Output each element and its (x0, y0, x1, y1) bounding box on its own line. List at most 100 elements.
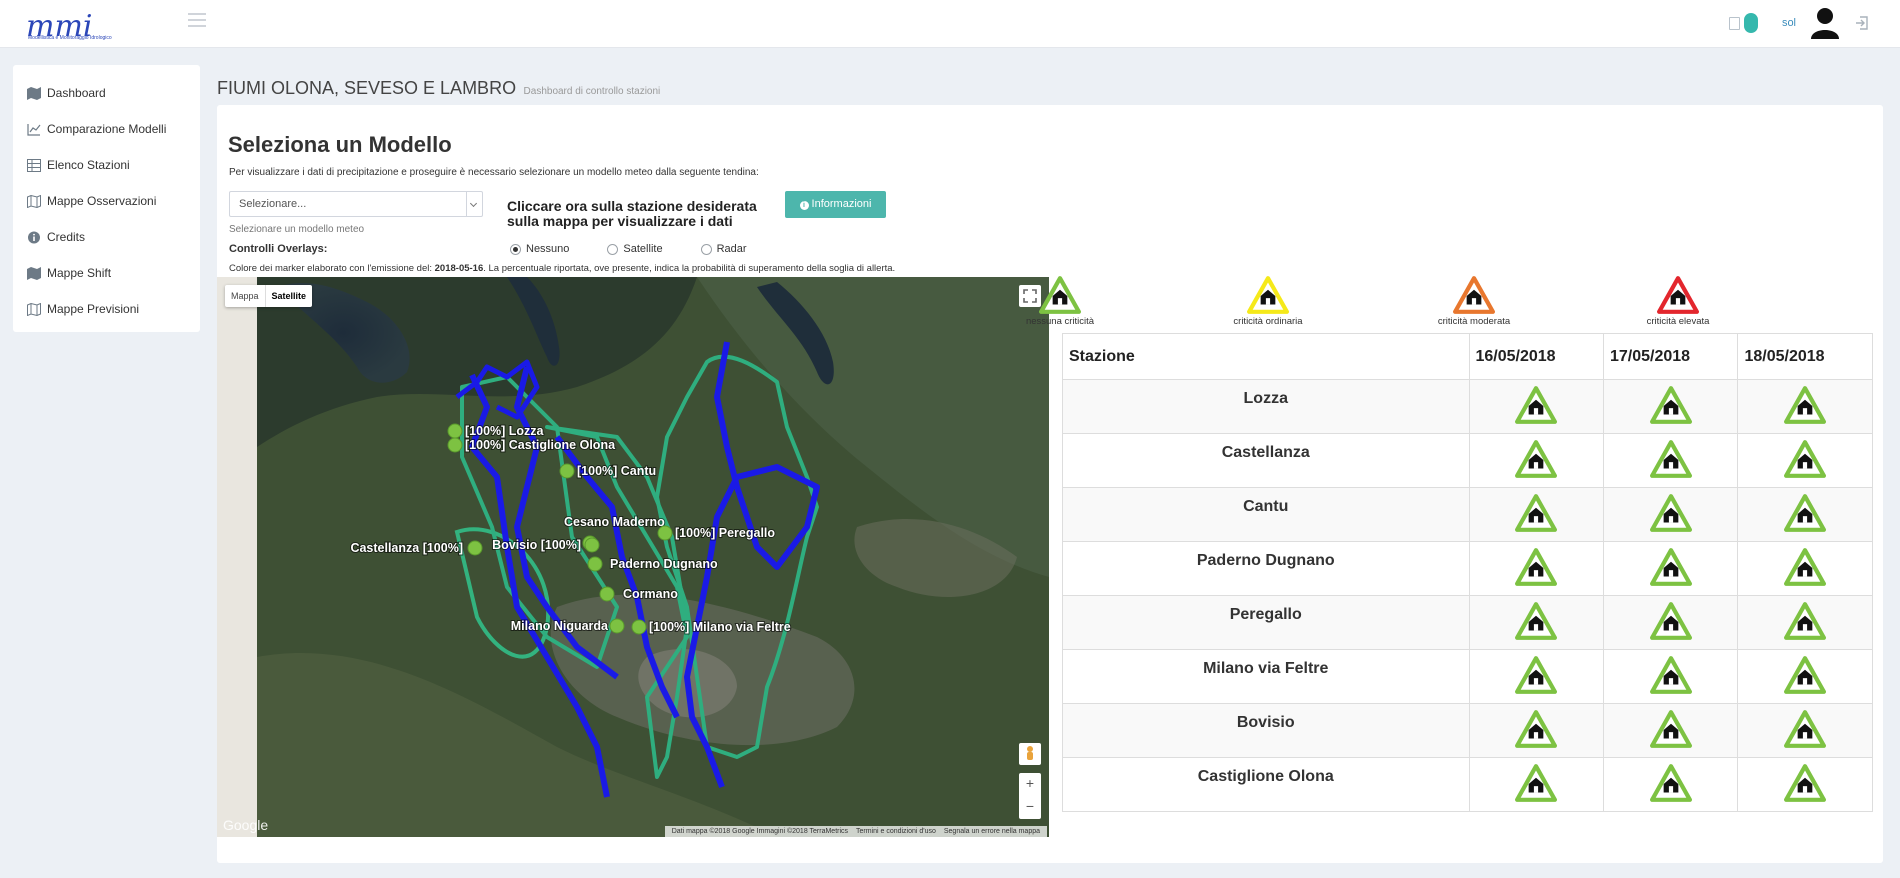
model-select[interactable]: Selezionare... (229, 191, 483, 217)
map-terms-link[interactable]: Termini e condizioni d'uso (856, 828, 936, 835)
station-marker[interactable] (599, 586, 615, 602)
station-map[interactable]: [100%] Lozza [100%] Castiglione Olona [100… (217, 277, 1049, 837)
document-icon[interactable] (1728, 16, 1740, 30)
table-row[interactable]: Peregallo (1062, 595, 1873, 650)
user-name[interactable]: sol (1782, 17, 1796, 29)
station-marker[interactable] (587, 556, 603, 572)
sidebar-item-mappe-shift[interactable]: Mappe Shift (13, 255, 200, 291)
station-name[interactable]: Paderno Dugnano (1062, 541, 1470, 596)
map-data-credit: Dati mappa ©2018 Google Immagini ©2018 T… (671, 828, 849, 835)
station-marker-label[interactable]: Cesano Maderno (563, 514, 666, 530)
overlay-option-radar[interactable]: Radar (700, 243, 747, 255)
sidebar-item-elenco-stazioni[interactable]: Elenco Stazioni (13, 147, 200, 183)
station-marker-label[interactable]: Cormano (622, 586, 679, 602)
station-marker[interactable] (447, 437, 463, 453)
warning-triangle-icon[interactable] (1649, 764, 1692, 806)
warning-triangle-icon[interactable] (1515, 764, 1558, 806)
station-marker-label[interactable]: [100%] Cantu (576, 463, 657, 479)
table-row[interactable]: Lozza (1062, 379, 1873, 434)
warning-triangle-icon[interactable] (1515, 440, 1558, 482)
warning-triangle-icon[interactable] (1649, 602, 1692, 644)
warning-triangle-icon[interactable] (1649, 656, 1692, 698)
warning-triangle-icon[interactable] (1515, 494, 1558, 536)
warning-triangle-icon[interactable] (1515, 386, 1558, 428)
station-marker-label[interactable]: [100%] Castiglione Olona (464, 437, 617, 453)
station-marker[interactable] (584, 537, 600, 553)
station-name[interactable]: Castellanza (1062, 433, 1470, 488)
warning-triangle-icon[interactable] (1649, 548, 1692, 590)
station-name[interactable]: Bovisio (1062, 703, 1470, 758)
sidebar-item-dashboard[interactable]: Dashboard (13, 75, 200, 111)
marker-note: Colore dei marker elaborato con l'emissi… (229, 263, 895, 274)
warning-triangle-icon[interactable] (1515, 710, 1558, 752)
station-marker-label[interactable]: Castellanza [100%] (349, 540, 464, 556)
warning-triangle-icon (1608, 276, 1748, 314)
table-row[interactable]: Castiglione Olona (1062, 757, 1873, 812)
sidebar-item-mappe-osservazioni[interactable]: Mappe Osservazioni (13, 183, 200, 219)
station-marker[interactable] (657, 525, 673, 541)
logout-icon[interactable] (1854, 15, 1870, 31)
station-marker-label[interactable]: [100%] Milano via Feltre (648, 619, 792, 635)
warning-triangle-icon[interactable] (1649, 710, 1692, 752)
station-marker[interactable] (609, 618, 625, 634)
station-name[interactable]: Peregallo (1062, 595, 1470, 650)
table-row[interactable]: Bovisio (1062, 703, 1873, 758)
table-row[interactable]: Cantu (1062, 487, 1873, 542)
warning-triangle-icon[interactable] (1515, 656, 1558, 698)
sidebar-item-credits[interactable]: Credits (13, 219, 200, 255)
radio-selected[interactable] (510, 243, 521, 255)
chevron-down-icon[interactable] (466, 192, 482, 216)
station-marker-label[interactable]: Paderno Dugnano (609, 556, 719, 572)
warning-triangle-icon[interactable] (1515, 548, 1558, 590)
warning-triangle-icon[interactable] (1784, 710, 1827, 752)
line-chart-icon (27, 123, 41, 136)
overlay-option-satellite[interactable]: Satellite (607, 243, 663, 255)
table-row[interactable]: Castellanza (1062, 433, 1873, 488)
warning-triangle-icon[interactable] (1649, 494, 1692, 536)
overlay-controls-label: Controlli Overlays: (229, 243, 328, 255)
warning-triangle-icon[interactable] (1784, 440, 1827, 482)
station-marker-label[interactable]: Bovisio [100%] (491, 537, 582, 553)
warning-triangle-icon[interactable] (1649, 440, 1692, 482)
warning-triangle-icon[interactable] (1784, 656, 1827, 698)
zoom-out-button[interactable]: − (1019, 796, 1041, 819)
informazioni-button[interactable]: i Informazioni (785, 191, 886, 218)
menu-toggle-icon[interactable] (188, 13, 206, 27)
user-avatar-icon[interactable] (1810, 7, 1840, 39)
station-marker-label[interactable]: [100%] Lozza (464, 423, 546, 439)
station-marker[interactable] (447, 423, 463, 439)
station-marker[interactable] (559, 463, 575, 479)
station-marker-label[interactable]: Milano Niguarda (510, 618, 610, 634)
overlay-option-nessuno[interactable]: Nessuno (510, 243, 569, 255)
map-type-control: Mappa Satellite (225, 285, 313, 307)
table-row[interactable]: Paderno Dugnano (1062, 541, 1873, 596)
station-name[interactable]: Cantu (1062, 487, 1470, 542)
sidebar-item-label: Mappe Osservazioni (47, 194, 157, 208)
map-type-satellite-button[interactable]: Satellite (264, 285, 313, 307)
warning-triangle-icon[interactable] (1515, 602, 1558, 644)
station-name[interactable]: Castiglione Olona (1062, 757, 1470, 812)
warning-triangle-icon[interactable] (1649, 386, 1692, 428)
model-selector-title: Seleziona un Modello (228, 132, 452, 157)
criticality-cell (1602, 541, 1739, 596)
warning-triangle-icon[interactable] (1784, 764, 1827, 806)
station-marker-label[interactable]: [100%] Peregallo (674, 525, 776, 541)
street-view-pegman-icon[interactable] (1019, 743, 1041, 765)
warning-triangle-icon[interactable] (1784, 602, 1827, 644)
radio-unselected[interactable] (700, 243, 712, 255)
station-name[interactable]: Milano via Feltre (1062, 649, 1470, 704)
sidebar-item-mappe-previsioni[interactable]: Mappe Previsioni (13, 291, 200, 327)
station-marker[interactable] (467, 540, 483, 556)
warning-triangle-icon[interactable] (1784, 548, 1827, 590)
zoom-in-button[interactable]: + (1019, 773, 1041, 796)
sidebar-item-comparazione-modelli[interactable]: Comparazione Modelli (13, 111, 200, 147)
radio-unselected[interactable] (607, 243, 619, 255)
map-type-mappa-button[interactable]: Mappa (225, 285, 265, 307)
warning-triangle-icon[interactable] (1784, 386, 1827, 428)
station-name[interactable]: Lozza (1062, 379, 1470, 434)
toggle-switch[interactable] (1743, 13, 1758, 33)
table-row[interactable]: Milano via Feltre (1062, 649, 1873, 704)
station-marker[interactable] (631, 619, 647, 635)
warning-triangle-icon[interactable] (1784, 494, 1827, 536)
map-report-link[interactable]: Segnala un errore nella mappa (944, 828, 1040, 835)
